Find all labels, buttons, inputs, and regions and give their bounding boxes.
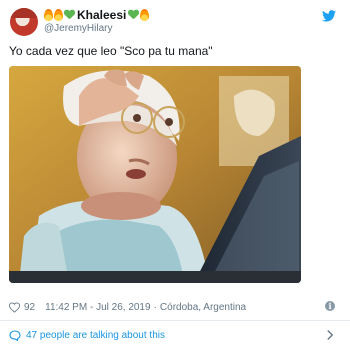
user-handle[interactable]: @JeremyHilary <box>44 23 113 34</box>
meta-separator: · <box>153 301 157 313</box>
green-heart-emoji-icon <box>64 10 75 20</box>
tweet-timestamp[interactable]: 11:42 PM - Jul 26, 2019 <box>45 302 150 313</box>
tweet-photo[interactable] <box>9 66 301 283</box>
tweet-embed: Khaleesi @JeremyHilary Yo cada vez que l… <box>0 0 350 350</box>
green-heart-emoji-icon <box>128 10 139 20</box>
heart-outline-icon[interactable] <box>9 301 20 313</box>
tweet-header: Khaleesi @JeremyHilary <box>8 6 342 38</box>
grandma-laptop-photo <box>9 66 301 283</box>
twitter-bird-icon[interactable] <box>322 10 336 22</box>
conversation-link[interactable]: 47 people are talking about this <box>9 327 343 343</box>
tweet-text: Yo cada vez que leo "Sco pa tu mana" <box>9 44 213 58</box>
speech-bubble-icon <box>9 329 21 341</box>
divider <box>0 320 350 321</box>
display-name[interactable]: Khaleesi <box>77 8 126 22</box>
chevron-right-icon[interactable] <box>325 329 335 341</box>
tweet-meta: 92 11:42 PM - Jul 26, 2019 · Córdoba, Ar… <box>9 300 343 314</box>
conversation-label[interactable]: 47 people are talking about this <box>26 330 165 341</box>
fire-emoji-icon <box>54 9 63 21</box>
display-name-row[interactable]: Khaleesi <box>44 8 150 22</box>
like-count[interactable]: 92 <box>24 302 35 313</box>
fire-emoji-icon <box>44 9 53 21</box>
avatar[interactable] <box>10 8 38 36</box>
tweet-location[interactable]: Córdoba, Argentina <box>160 302 246 313</box>
fire-emoji-icon <box>140 9 150 21</box>
info-icon[interactable]: i <box>325 301 335 311</box>
